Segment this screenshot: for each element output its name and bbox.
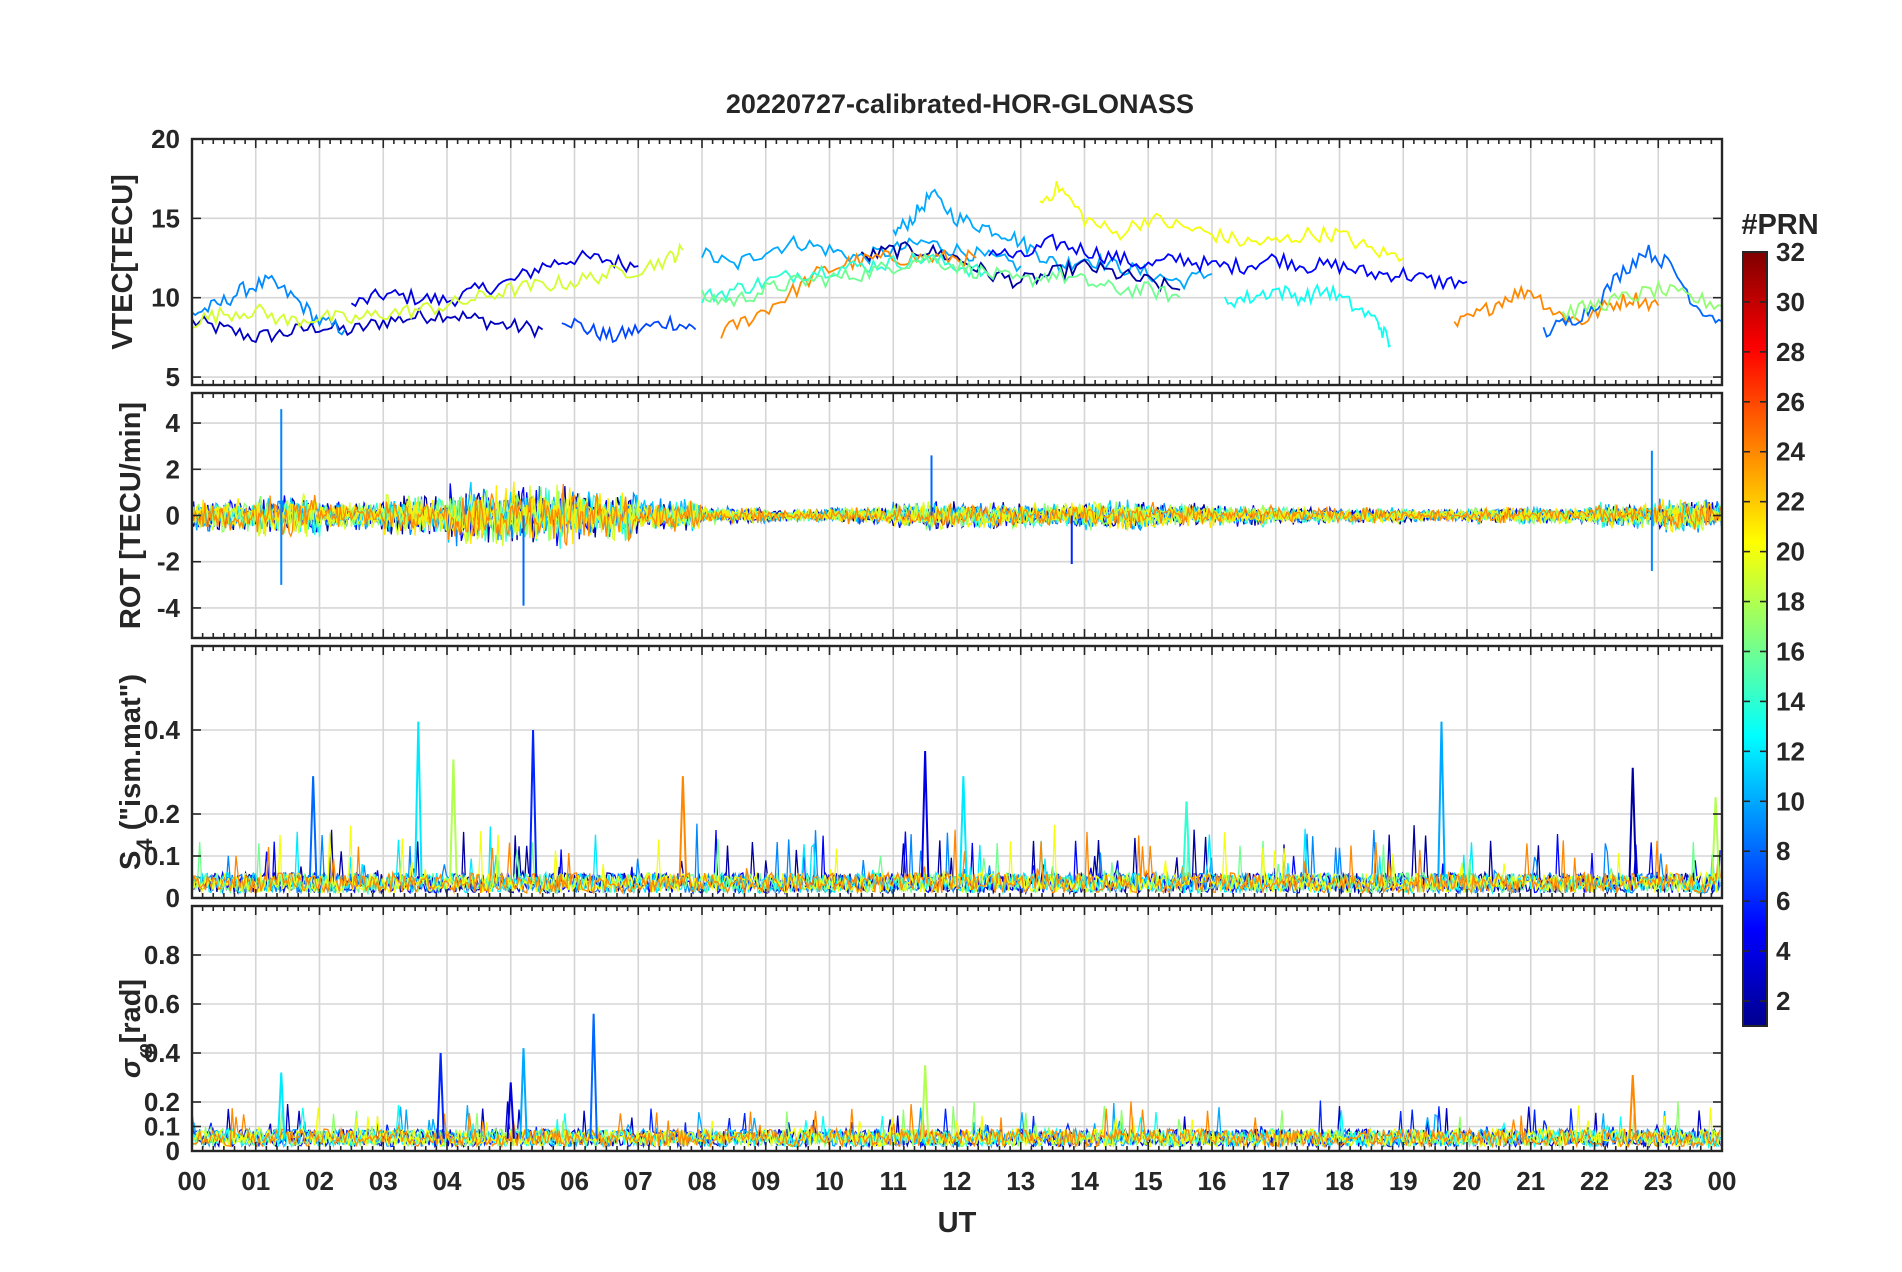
y-tick-label-vtec: 5 [166, 362, 180, 392]
x-tick-label: 00 [178, 1166, 207, 1196]
x-axis-label: UT [938, 1207, 977, 1239]
colorbar-tick-label: 28 [1776, 337, 1805, 367]
x-tick-label: 21 [1516, 1166, 1545, 1196]
colorbar: #PRN 2468101214161820222426283032 [1741, 209, 1819, 1027]
colorbar-tick-label: 18 [1776, 587, 1805, 617]
x-tick-label: 05 [496, 1166, 525, 1196]
colorbar-tick-label: 32 [1776, 237, 1805, 267]
colorbar-tick-label: 22 [1776, 487, 1805, 517]
x-tick-label: 02 [305, 1166, 334, 1196]
x-tick-labels: 00 01 02 03 04 05 06 07 08 09 10 11 12 13 14 15 16 17 18 19… [178, 1166, 1737, 1196]
y-axis-label-main: S [115, 851, 147, 870]
y-tick-label-vtec: 20 [151, 124, 180, 154]
y-tick-label-rot: 2 [166, 454, 180, 484]
y-tick-label-vtec: 15 [151, 203, 180, 233]
y-axis-label-vtec: VTEC[TECU] [107, 174, 139, 350]
x-tick-label: 13 [1006, 1166, 1035, 1196]
colorbar-tick-label: 24 [1776, 437, 1805, 467]
x-tick-label: 16 [1198, 1166, 1227, 1196]
y-tick-label-s4: 0.2 [144, 799, 180, 829]
y-tick-label-rot: 4 [166, 408, 181, 438]
panel-vtec: 5 10 15 20 VTEC[TECU] [107, 124, 1724, 392]
x-tick-label: 11 [880, 1166, 908, 1196]
x-tick-label: 18 [1325, 1166, 1354, 1196]
y-tick-label-sigma: 0.6 [144, 989, 180, 1019]
x-tick-label: 19 [1389, 1166, 1418, 1196]
colorbar-tick-label: 16 [1776, 636, 1805, 666]
y-axis-label-subscript: φ [132, 1043, 157, 1058]
x-tick-label: 12 [943, 1166, 972, 1196]
colorbar-tick-label: 14 [1776, 686, 1805, 716]
y-tick-label-s4: 0 [166, 883, 180, 913]
colorbar-tick-label: 2 [1776, 986, 1790, 1016]
x-tick-label: 22 [1580, 1166, 1609, 1196]
x-tick-label: 01 [241, 1166, 270, 1196]
x-tick-label: 14 [1070, 1166, 1099, 1196]
y-axis-label-s4: S4 ("ism.mat") [115, 674, 157, 870]
colorbar-tick-label: 20 [1776, 537, 1805, 567]
y-axis-label-subscript: 4 [132, 838, 157, 851]
x-tick-label: 23 [1644, 1166, 1673, 1196]
y-tick-label-rot: -2 [157, 547, 180, 577]
colorbar-tick-label: 8 [1776, 836, 1790, 866]
x-tick-label: 17 [1261, 1166, 1290, 1196]
colorbar-tick-label: 4 [1776, 936, 1791, 966]
colorbar-tick-label: 26 [1776, 387, 1805, 417]
figure-title: 20220727-calibrated-HOR-GLONASS [726, 89, 1194, 119]
panel-sigma: 00.10.20.40.60.8σφ[rad] [115, 904, 1724, 1166]
x-tick-label: 08 [688, 1166, 717, 1196]
x-tick-label: 07 [624, 1166, 653, 1196]
y-tick-label-s4: 0.4 [144, 715, 181, 745]
y-tick-label-sigma: 0.2 [144, 1087, 180, 1117]
x-tick-label: 15 [1134, 1166, 1163, 1196]
colorbar-tick-label: 6 [1776, 886, 1790, 916]
y-axis-label-rest: [rad] [115, 979, 147, 1043]
x-tick-label: 09 [751, 1166, 780, 1196]
figure: 20220727-calibrated-HOR-GLONASS 5101520V… [107, 89, 1819, 1239]
y-axis-label-rot: ROT [TECU/min] [115, 402, 147, 629]
colorbar-tick-label: 10 [1776, 786, 1805, 816]
panel-rot: -4 -2 0 2 4 ROT [TECU/min] [115, 391, 1724, 640]
x-tick-label: 03 [369, 1166, 398, 1196]
x-tick-label: 20 [1453, 1166, 1482, 1196]
x-tick-label: 10 [815, 1166, 844, 1196]
y-tick-label-vtec: 10 [151, 283, 180, 313]
y-axis-label-main: σ [115, 1057, 147, 1078]
y-axis-label-rest: ("ism.mat") [115, 674, 147, 838]
x-tick-label: 06 [560, 1166, 589, 1196]
y-tick-label-sigma: 0.8 [144, 940, 180, 970]
x-tick-label: 00 [1708, 1166, 1737, 1196]
colorbar-gradient [1742, 251, 1768, 1027]
colorbar-tick-label: 12 [1776, 736, 1805, 766]
colorbar-tick-label: 30 [1776, 287, 1805, 317]
panel-s4: 00.10.20.4S4 ("ism.mat") [115, 644, 1724, 913]
x-tick-label: 04 [433, 1166, 462, 1196]
y-tick-label-rot: 0 [166, 501, 180, 531]
y-tick-label-rot: -4 [157, 593, 181, 623]
panels-group: 5101520VTEC[TECU]-4-2024ROT [TECU/min]00… [107, 124, 1736, 1196]
